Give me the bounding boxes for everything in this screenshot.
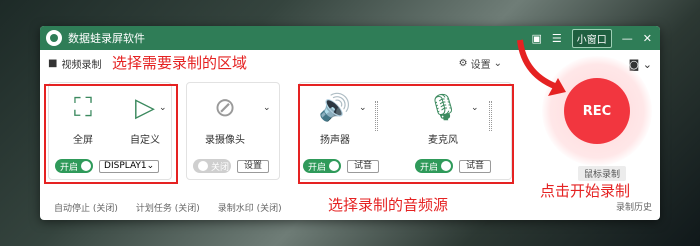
camera-settings-button[interactable]: 设置 [237,159,270,173]
camera-off-icon: ⊘ [214,93,236,123]
schedule-button[interactable]: 计划任务 (关闭) [136,201,200,214]
auto-stop-button[interactable]: 自动停止 (关闭) [54,201,118,214]
app-logo-icon [46,30,62,46]
settings-button[interactable]: ⚙ 设置 ⌄ [459,56,502,71]
region-highlight-box [44,84,178,184]
watermark-button[interactable]: 录制水印 (关闭) [218,201,282,214]
camera-label: 录摄像头 [205,135,245,146]
minimize-icon[interactable]: — [622,32,633,45]
mode-label: 视频录制 [61,59,102,71]
video-camera-icon: ■ [48,57,58,69]
camera-option[interactable]: ⊘ 录摄像头 [191,83,259,146]
chevron-down-icon: ⌄ [493,57,502,69]
history-button[interactable]: 录制历史 [616,200,652,213]
click-annotation: 点击开始录制 [540,182,631,200]
region-annotation: 选择需要录制的区域 [112,54,248,72]
audio-highlight-box [298,84,514,184]
camera-card: ⊘ 录摄像头 ⌄ 关闭 设置 [186,82,280,180]
audio-annotation: 选择录制的音频源 [328,196,449,214]
red-arrow-icon [517,39,566,96]
settings-label: 设置 [470,59,491,71]
close-icon[interactable]: ✕ [643,32,652,45]
gear-icon: ⚙ [458,57,468,69]
chevron-down-icon[interactable]: ⌄ [263,103,271,113]
mouse-record-select[interactable]: 鼠标录制 [577,166,626,181]
camera-toggle[interactable]: 关闭 [193,159,232,173]
mini-window-button[interactable]: 小窗口 [571,28,612,48]
app-title: 数据蛙录屏软件 [68,32,145,45]
